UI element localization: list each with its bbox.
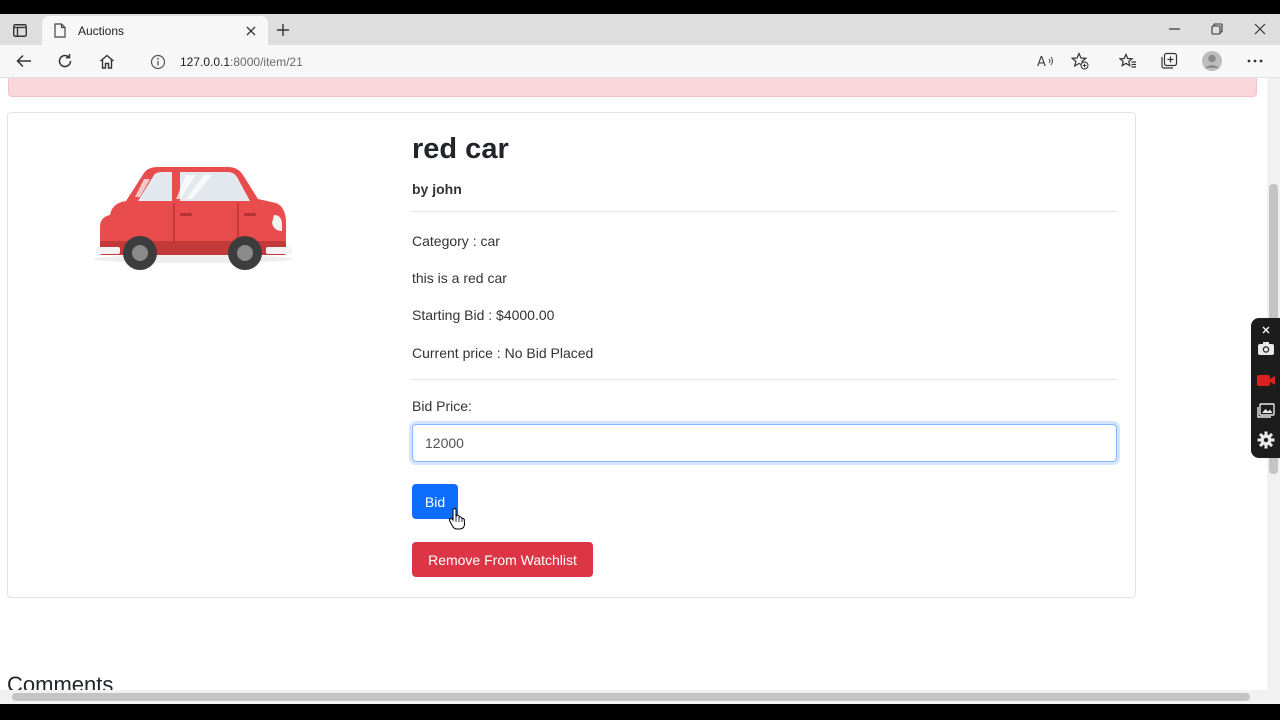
add-favorite-icon[interactable] [1069, 50, 1091, 72]
collections-icon[interactable] [1158, 50, 1180, 72]
profile-avatar-icon[interactable] [1201, 50, 1223, 72]
bid-price-label: Bid Price: [412, 398, 472, 414]
item-category: Category : car [412, 233, 500, 249]
item-description: this is a red car [412, 270, 507, 286]
minimize-icon[interactable] [1164, 20, 1184, 38]
remove-from-watchlist-button[interactable]: Remove From Watchlist [412, 542, 593, 577]
tab-auctions[interactable]: Auctions [42, 16, 268, 45]
url-text: 127.0.0.1:8000/item/21 [180, 54, 303, 69]
refresh-icon[interactable] [54, 50, 76, 72]
hand-cursor-icon [448, 508, 466, 530]
car-image [93, 167, 293, 270]
record-video-icon[interactable] [1256, 370, 1276, 390]
camera-icon[interactable] [1256, 338, 1276, 358]
divider [412, 211, 1117, 212]
page-content: red car by john Category : car this is a… [0, 78, 1267, 690]
gallery-icon[interactable] [1256, 400, 1276, 420]
browser-window: Auctions 127.0.0.1:8000/item/21 A red ca… [0, 14, 1280, 704]
horizontal-scrollbar[interactable] [0, 690, 1267, 704]
new-tab-icon[interactable] [274, 21, 292, 39]
capture-toolbar-widget [1251, 318, 1280, 458]
read-aloud-icon[interactable]: A [1035, 50, 1057, 72]
tab-actions-icon[interactable] [8, 20, 32, 40]
screen-bottom-bar [0, 704, 1280, 720]
scrollbar-corner [1267, 690, 1280, 704]
alert-message [8, 78, 1257, 97]
browser-toolbar: 127.0.0.1:8000/item/21 A [0, 45, 1280, 78]
screen-top-bar [0, 0, 1280, 14]
tab-title: Auctions [78, 23, 125, 38]
back-icon[interactable] [13, 50, 35, 72]
item-starting-bid: Starting Bid : $4000.00 [412, 307, 555, 323]
tab-strip: Auctions [0, 14, 1280, 45]
horizontal-scroll-thumb[interactable] [12, 693, 1250, 701]
window-close-icon[interactable] [1250, 20, 1270, 38]
favorites-icon[interactable] [1117, 50, 1139, 72]
svg-text:A: A [1037, 55, 1046, 68]
more-options-icon[interactable] [1244, 50, 1266, 72]
site-info-icon[interactable] [150, 54, 166, 70]
page-icon [54, 23, 68, 39]
bid-price-input[interactable] [412, 424, 1117, 462]
listing-card: red car by john Category : car this is a… [7, 112, 1136, 598]
comments-heading: Comments [7, 672, 114, 690]
home-icon[interactable] [96, 50, 118, 72]
widget-close-icon[interactable] [1256, 320, 1276, 340]
item-current-price: Current price : No Bid Placed [412, 345, 594, 361]
item-seller: by john [412, 181, 462, 197]
item-title: red car [412, 133, 509, 165]
restore-icon[interactable] [1207, 20, 1227, 38]
settings-gear-icon[interactable] [1256, 430, 1276, 450]
divider [412, 379, 1117, 380]
address-bar[interactable]: 127.0.0.1:8000/item/21 [136, 47, 1101, 76]
tab-close-icon[interactable] [244, 24, 258, 38]
